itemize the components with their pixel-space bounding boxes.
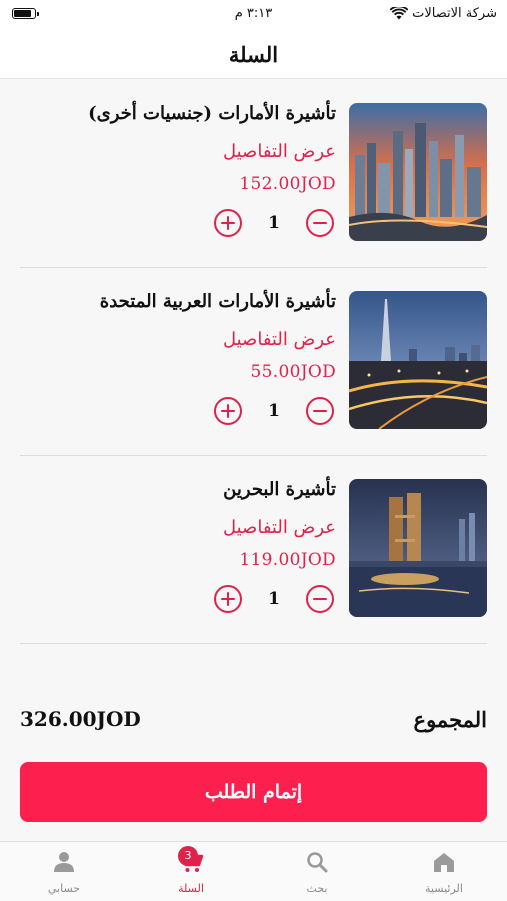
- tab-label: حسابي: [47, 882, 81, 895]
- carrier-name: شركة الاتصالات: [412, 6, 497, 21]
- item-name: تأشيرة البحرين: [223, 479, 336, 500]
- increase-quantity-button[interactable]: [214, 397, 242, 425]
- item-price: 55.00JOD: [250, 362, 336, 382]
- cart-item: تأشيرة الأمارات (جنسيات أخرى) عرض التفاص…: [20, 79, 487, 268]
- increase-quantity-button[interactable]: [214, 209, 242, 237]
- view-details-link[interactable]: عرض التفاصيل: [223, 329, 336, 350]
- tab-home[interactable]: الرئيسية: [381, 842, 507, 901]
- item-price: 119.00JOD: [239, 550, 336, 570]
- tab-label: السلة: [178, 882, 204, 895]
- item-price: 152.00JOD: [239, 174, 336, 194]
- nav-header: السلة: [0, 30, 507, 79]
- search-icon: [307, 852, 328, 873]
- status-bar: ٣:١٣ م شركة الاتصالات: [0, 0, 507, 30]
- person-icon: [54, 852, 74, 872]
- tab-label: بحث: [306, 882, 328, 895]
- item-image-bahrain-tower[interactable]: [349, 479, 487, 617]
- cart-content[interactable]: تأشيرة الأمارات (جنسيات أخرى) عرض التفاص…: [0, 79, 507, 841]
- increase-quantity-button[interactable]: [214, 585, 242, 613]
- tab-cart[interactable]: 3 السلة: [128, 842, 254, 901]
- quantity-stepper: 1: [214, 397, 334, 431]
- page-title: السلة: [228, 41, 279, 67]
- total-label: المجموع: [413, 707, 487, 732]
- item-name: تأشيرة الأمارات العربية المتحدة: [99, 291, 336, 312]
- wifi-icon: [390, 7, 409, 20]
- cart-count-badge: 3: [178, 846, 198, 866]
- tab-account[interactable]: حسابي: [1, 842, 127, 901]
- cart-item: تأشيرة البحرين عرض التفاصيل 119.00JOD 1: [20, 455, 487, 644]
- total-value: 326.00JOD: [20, 707, 141, 731]
- item-image-dubai-skyline[interactable]: [349, 103, 487, 241]
- tab-label: الرئيسية: [425, 882, 463, 895]
- tab-search[interactable]: بحث: [254, 842, 380, 901]
- item-name: تأشيرة الأمارات (جنسيات أخرى): [88, 103, 336, 124]
- home-icon: [434, 853, 454, 872]
- checkout-button[interactable]: إتمام الطلب: [20, 762, 487, 822]
- view-details-link[interactable]: عرض التفاصيل: [223, 141, 336, 162]
- quantity-stepper: 1: [214, 585, 334, 619]
- total-row: المجموع 326.00JOD: [20, 703, 487, 743]
- carrier: شركة الاتصالات: [390, 6, 497, 21]
- tab-bar: الرئيسية بحث 3 السلة حسابي: [0, 841, 507, 901]
- cart-item: تأشيرة الأمارات العربية المتحدة عرض التف…: [20, 267, 487, 456]
- item-image-burj-khalifa[interactable]: [349, 291, 487, 429]
- view-details-link[interactable]: عرض التفاصيل: [223, 517, 336, 538]
- quantity-stepper: 1: [214, 209, 334, 243]
